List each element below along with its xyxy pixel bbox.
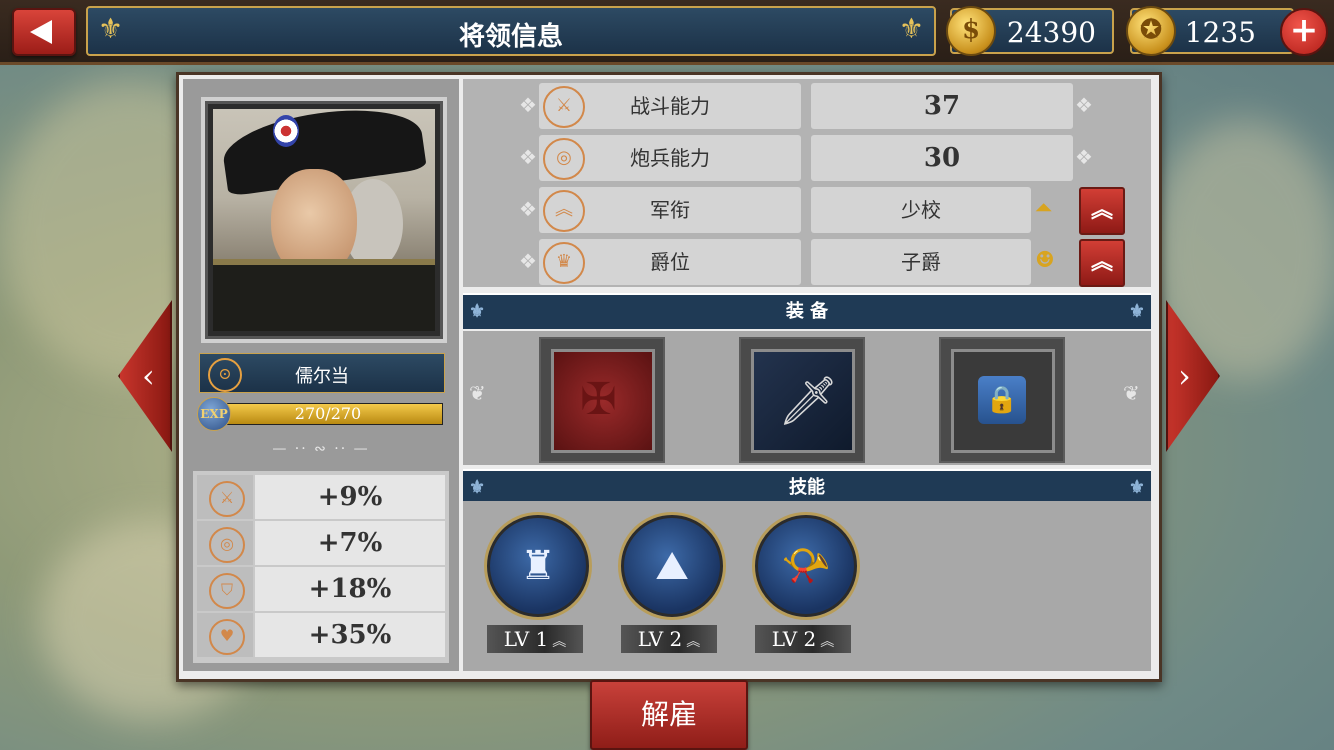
equipment-slot[interactable]: 🗡 — [739, 337, 865, 463]
medal-value: 1235 — [1184, 16, 1256, 49]
skill-item[interactable]: ♜ LV 1 ︽ — [485, 515, 589, 655]
equipment-title: 装 备 — [785, 301, 829, 322]
promote-title-button[interactable]: ︽ — [1079, 239, 1125, 287]
fleur-de-lis-icon: ⚜ — [1128, 301, 1145, 322]
cannon-icon: ◎ — [543, 138, 585, 180]
stat-value: 少校 — [811, 187, 1031, 233]
equipment-header: ⚜ 装 备 ⚜ — [463, 293, 1151, 329]
bonus-row: ◎ +7% — [197, 521, 445, 565]
bonus-value: +7% — [255, 521, 445, 565]
crossed-swords-icon: ⚔ — [543, 86, 585, 128]
stat-value: 37 — [811, 83, 1073, 129]
bonus-row: ♥ +35% — [197, 613, 445, 657]
equipment-slot[interactable]: ✠ — [539, 337, 665, 463]
equipment-slot[interactable]: 🔒 — [939, 337, 1065, 463]
promote-rank-button[interactable]: ︽ — [1079, 187, 1125, 235]
name-bar: ⊙ 儒尔当 — [199, 353, 445, 393]
exp-badge: EXP — [197, 397, 231, 431]
top-bar: ⚜ 将领信息 ⚜ $ 24390 ✪ 1235 + — [0, 0, 1334, 65]
skill-item[interactable]: 📯 LV 2 ︽ — [753, 515, 857, 655]
chevron-right-icon: › — [1178, 357, 1191, 395]
bugle-icon: 📯 — [755, 515, 857, 617]
stat-row: ❖ 战斗能力 ⚔ 37 ❖ — [463, 81, 1151, 131]
crown-icon: ♛ — [543, 242, 585, 284]
ornamental-divider: — ·· ∾ ·· — — [272, 441, 370, 457]
bonus-row: ⛉ +18% — [197, 567, 445, 611]
gold-counter: $ 24390 — [946, 6, 1114, 56]
ornament-icon: ❖ — [519, 249, 537, 273]
gold-coin-icon: $ — [946, 6, 996, 56]
bonus-table: ⚔ +9% ◎ +7% ⛉ +18% ♥ +35% — [193, 471, 449, 663]
cannon-plus-icon: ◎ — [209, 527, 245, 563]
general-portrait — [213, 109, 435, 331]
ornament-icon: ❖ — [1075, 145, 1093, 169]
skill-level: LV 2 ︽ — [755, 625, 851, 653]
chevron-rank-icon: ︽ — [543, 190, 585, 232]
stat-value: 30 — [811, 135, 1073, 181]
dismiss-button[interactable]: 解雇 — [590, 680, 748, 750]
ornament-icon: ❖ — [519, 197, 537, 221]
ornament-icon: ❦ — [469, 381, 486, 405]
medal-icon: ✪ — [1126, 6, 1176, 56]
general-info-panel: ⊙ 儒尔当 270/270 EXP — ·· ∾ ·· — ⚔ +9% ◎ +7… — [176, 72, 1162, 682]
fleur-de-lis-icon: ⚜ — [469, 477, 486, 498]
bonus-row: ⚔ +9% — [197, 475, 445, 519]
stat-row: ❖ 军衔 ︽ 少校 ⏶ ︽ — [463, 185, 1151, 235]
skills-title: 技能 — [789, 477, 825, 498]
locked-slot: 🔒 — [951, 349, 1055, 453]
shield-plus-icon: ⛉ — [209, 573, 245, 609]
rank-insignia-icon: ⏶ — [1035, 196, 1053, 221]
chevron-left-icon: ‹ — [142, 357, 155, 395]
general-profile: ⊙ 儒尔当 270/270 EXP — ·· ∾ ·· — ⚔ +9% ◎ +7… — [183, 79, 459, 671]
ornament-icon: ❦ — [1123, 381, 1140, 405]
stat-row: ❖ 炮兵能力 ◎ 30 ❖ — [463, 133, 1151, 183]
fleur-de-lis-icon: ⚜ — [469, 301, 486, 322]
title-bar: ⚜ 将领信息 ⚜ — [86, 6, 936, 56]
medal-counter: ✪ 1235 — [1126, 6, 1294, 56]
ornament-icon: ❖ — [1075, 93, 1093, 117]
add-medals-button[interactable]: + — [1280, 8, 1328, 56]
skill-item[interactable]: ⛰ LV 2 ︽ — [619, 515, 723, 655]
fortress-icon: ♜ — [487, 515, 589, 617]
stat-row: ❖ 爵位 ♛ 子爵 ☻ ︽ — [463, 237, 1151, 287]
swords-plus-icon: ⚔ — [209, 481, 245, 517]
page-title: 将领信息 — [458, 22, 563, 52]
ornament-icon: ❖ — [519, 93, 537, 117]
back-arrow-icon — [30, 20, 52, 44]
general-name: 儒尔当 — [295, 366, 349, 387]
equipment-area: ❦ ✠ 🗡 🔒 ❦ — [463, 331, 1151, 465]
bonus-value: +35% — [255, 613, 445, 657]
gold-value: 24390 — [1006, 16, 1096, 49]
skills-area: ♜ LV 1 ︽ ⛰ LV 2 ︽ 📯 LV 2 ︽ — [463, 501, 1151, 671]
skills-header: ⚜ 技能 ⚜ — [463, 469, 1151, 505]
exp-bar: 270/270 — [213, 403, 443, 425]
noble-head-icon: ☻ — [1035, 248, 1055, 273]
stats-table: ❖ 战斗能力 ⚔ 37 ❖ ❖ 炮兵能力 ◎ 30 ❖ ❖ 军衔 ︽ 少校 ⏶ … — [463, 79, 1151, 287]
skill-level: LV 2 ︽ — [621, 625, 717, 653]
red-emblem-item: ✠ — [551, 349, 655, 453]
fleur-de-lis-icon: ⚜ — [898, 12, 924, 45]
skill-level: LV 1 ︽ — [487, 625, 583, 653]
exp-text: 270/270 — [294, 404, 362, 423]
back-button[interactable] — [12, 8, 76, 56]
dagger-item: 🗡 — [751, 349, 855, 453]
bonus-value: +9% — [255, 475, 445, 519]
stat-value: 子爵 — [811, 239, 1031, 285]
mountain-icon: ⛰ — [621, 515, 723, 617]
portrait-frame — [201, 97, 447, 343]
fleur-de-lis-icon: ⚜ — [1128, 477, 1145, 498]
heart-plus-icon: ♥ — [209, 619, 245, 655]
ornament-icon: ❖ — [519, 145, 537, 169]
bonus-value: +18% — [255, 567, 445, 611]
lock-icon: 🔒 — [978, 376, 1026, 424]
